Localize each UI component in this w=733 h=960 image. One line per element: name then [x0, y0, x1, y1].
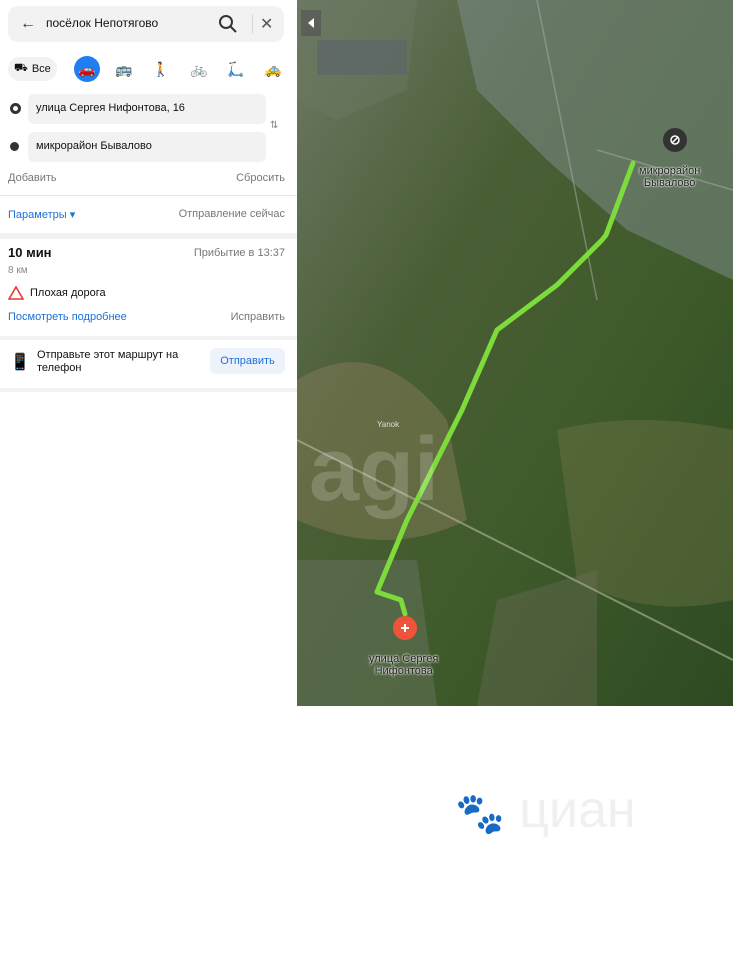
route-panel: ← посёлок Непотягово ✕ ⛟ Все 🚗 🚌 🚶 🚲 🛴 🚕… — [0, 0, 297, 392]
transport-modes: ⛟ Все 🚗 🚌 🚶 🚲 🛴 🚕 — [8, 56, 288, 84]
send-text: Отправьте этот маршрут на телефон — [37, 349, 179, 374]
fix-button[interactable]: Исправить — [231, 311, 285, 323]
from-field[interactable]: улица Сергея Нифонтова, 16 — [28, 94, 266, 124]
walk-icon[interactable]: 🚶 — [148, 56, 174, 82]
warning-text: Плохая дорога — [30, 287, 106, 299]
cian-logo-icon: 🐾 — [455, 792, 505, 836]
start-label-line2: Нифонтова — [374, 665, 433, 677]
transport-icon: ⛟ — [14, 62, 28, 74]
start-label: улица Сергея Нифонтова — [369, 653, 438, 677]
swap-icon[interactable]: ⇅ — [270, 120, 278, 131]
satellite-map[interactable]: agi — [297, 0, 733, 706]
divider — [0, 195, 297, 196]
route-actions: Добавить Сбросить — [8, 172, 285, 184]
search-bar[interactable]: ← посёлок Непотягово ✕ — [8, 6, 284, 42]
divider — [252, 14, 253, 34]
map-view[interactable]: agi микрорайон Бывалово улица Сергея Ниф… — [297, 0, 733, 706]
cian-watermark: 🐾 циан — [455, 780, 636, 840]
back-arrow-icon[interactable]: ← — [20, 15, 36, 33]
phone-icon: 📱 — [10, 354, 30, 371]
to-value: микрорайон Бывалово — [36, 140, 152, 152]
mode-all-button[interactable]: ⛟ Все — [8, 57, 57, 81]
divider — [0, 336, 297, 340]
divider — [0, 233, 297, 239]
destination-label-line1: микрорайон — [639, 165, 701, 177]
watermark-text: agi — [309, 420, 439, 520]
destination-dot-icon — [10, 142, 19, 151]
place-label: Yanok — [377, 420, 400, 429]
to-field[interactable]: микрорайон Бывалово — [28, 132, 266, 162]
mode-all-label: Все — [31, 63, 51, 75]
details-row: Посмотреть подробнее Исправить — [8, 311, 285, 323]
scooter-icon[interactable]: 🛴 — [223, 56, 249, 82]
start-label-line1: улица Сергея — [369, 653, 439, 665]
details-link[interactable]: Посмотреть подробнее — [8, 311, 127, 323]
taxi-icon[interactable]: 🚕 — [260, 56, 286, 82]
watermark-label: циан — [519, 781, 636, 839]
travel-time: 10 мин — [8, 245, 52, 260]
arrival-time: Прибытие в 13:37 — [193, 247, 285, 259]
divider — [0, 388, 297, 392]
params-row: Параметры ▾ Отправление сейчас — [8, 208, 285, 221]
distance: 8 км — [8, 265, 28, 276]
result-row: 10 мин Прибытие в 13:37 — [8, 245, 285, 260]
bus-icon[interactable]: 🚌 — [111, 56, 137, 82]
route-to[interactable]: микрорайон Бывалово — [8, 132, 289, 162]
warning-icon — [8, 286, 24, 300]
from-value: улица Сергея Нифонтова, 16 — [36, 102, 185, 114]
destination-label-line2: Бывалово — [643, 177, 696, 189]
origin-dot-icon — [10, 103, 21, 114]
params-button[interactable]: Параметры ▾ — [8, 209, 75, 221]
close-icon[interactable]: ✕ — [260, 14, 273, 34]
search-icon[interactable] — [218, 14, 238, 34]
add-button[interactable]: Добавить — [8, 172, 57, 184]
destination-label: микрорайон Бывалово — [639, 165, 700, 189]
bike-icon[interactable]: 🚲 — [186, 56, 212, 82]
send-button[interactable]: Отправить — [210, 348, 285, 374]
car-icon[interactable]: 🚗 — [74, 56, 100, 82]
departure-select[interactable]: Отправление сейчас — [179, 208, 285, 220]
search-query[interactable]: посёлок Непотягово — [46, 16, 158, 30]
reset-button[interactable]: Сбросить — [236, 172, 285, 184]
route-from[interactable]: улица Сергея Нифонтова, 16 — [8, 94, 289, 124]
